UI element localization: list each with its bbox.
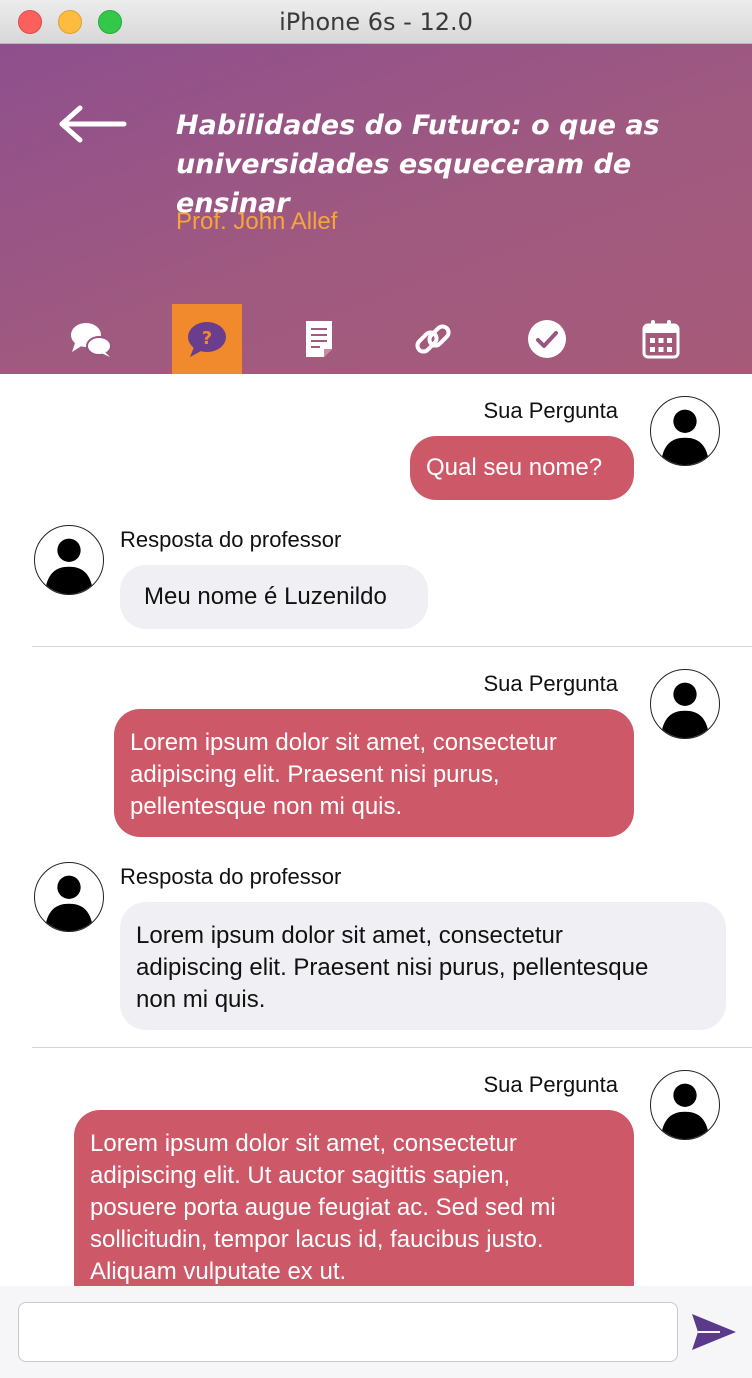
bubble-line: adipiscing elit. Praesent nisi purus,: [130, 761, 500, 788]
course-tab-bar: ?: [0, 304, 752, 374]
document-icon: [306, 321, 332, 357]
window-title: iPhone 6s - 12.0: [279, 8, 473, 36]
arrow-left-icon: [59, 105, 127, 143]
answer-label: Resposta do professor: [120, 864, 342, 889]
tab-questions[interactable]: ?: [172, 304, 242, 374]
question-bubble: Lorem ipsum dolor sit amet, consectetur …: [114, 709, 634, 837]
bubble-line: posuere porta augue feugiat ac. Sed sed …: [90, 1194, 556, 1221]
tab-materials[interactable]: [284, 304, 354, 374]
svg-text:?: ?: [202, 328, 212, 349]
course-header: Habilidades do Futuro: o que as universi…: [0, 44, 752, 374]
question-bubble: Lorem ipsum dolor sit amet, consectetur …: [74, 1110, 634, 1286]
question-label: Sua Pergunta: [483, 398, 618, 423]
message-divider: [32, 646, 752, 647]
chat-bubbles-icon: [71, 323, 112, 357]
question-label: Sua Pergunta: [483, 671, 618, 696]
tab-discussion[interactable]: [56, 304, 126, 374]
professor-avatar: [34, 862, 104, 932]
bubble-line: adipiscing elit. Ut auctor sagittis sapi…: [90, 1162, 511, 1189]
composer-bar: [0, 1286, 752, 1378]
bubble-line: Lorem ipsum dolor sit amet, consectetur: [130, 729, 557, 756]
bubble-line: Lorem ipsum dolor sit amet, consectetur: [136, 922, 563, 949]
user-silhouette-icon: [660, 682, 710, 738]
bubble-line: adipiscing elit. Praesent nisi purus, pe…: [136, 954, 649, 981]
bubble-line: non mi quis.: [136, 986, 266, 1013]
link-icon: [415, 324, 451, 354]
user-silhouette-icon: [660, 409, 710, 465]
user-silhouette-icon: [660, 1083, 710, 1139]
bubble-line: Aliquam vulputate ex ut.: [90, 1258, 347, 1285]
calendar-icon: [642, 320, 680, 359]
send-button[interactable]: [690, 1310, 738, 1354]
check-circle-icon: [528, 320, 566, 358]
question-bubble: Qual seu nome?: [410, 436, 634, 500]
bubble-line: pellentesque non mi quis.: [130, 793, 403, 820]
course-title-line-1: Habilidades do Futuro: o que as: [176, 110, 660, 141]
back-button[interactable]: [52, 100, 132, 148]
bubble-line: sollicitudin, tempor lacus id, faucibus …: [90, 1226, 544, 1253]
user-silhouette-icon: [44, 538, 94, 594]
student-avatar: [650, 1070, 720, 1140]
simulator-titlebar: iPhone 6s - 12.0: [0, 0, 752, 44]
tab-links[interactable]: [398, 304, 468, 374]
send-icon: [692, 1314, 736, 1350]
chat-thread[interactable]: Sua Pergunta Qual seu nome? Resposta do …: [0, 374, 752, 1286]
tab-calendar[interactable]: [626, 304, 696, 374]
user-silhouette-icon: [44, 875, 94, 931]
student-avatar: [650, 396, 720, 466]
tab-tasks[interactable]: [512, 304, 582, 374]
question-bubble-icon: ?: [188, 322, 226, 357]
question-label: Sua Pergunta: [483, 1072, 618, 1097]
message-divider: [32, 1047, 752, 1048]
professor-avatar: [34, 525, 104, 595]
answer-label: Resposta do professor: [120, 527, 342, 552]
answer-bubble: Lorem ipsum dolor sit amet, consectetur …: [120, 902, 726, 1030]
professor-name: Prof. John Allef: [176, 208, 338, 235]
student-avatar: [650, 669, 720, 739]
answer-bubble: Meu nome é Luzenildo: [120, 565, 428, 629]
question-input[interactable]: [18, 1302, 678, 1362]
course-title: Habilidades do Futuro: o que as universi…: [176, 106, 716, 223]
bubble-line: Lorem ipsum dolor sit amet, consectetur: [90, 1130, 517, 1157]
